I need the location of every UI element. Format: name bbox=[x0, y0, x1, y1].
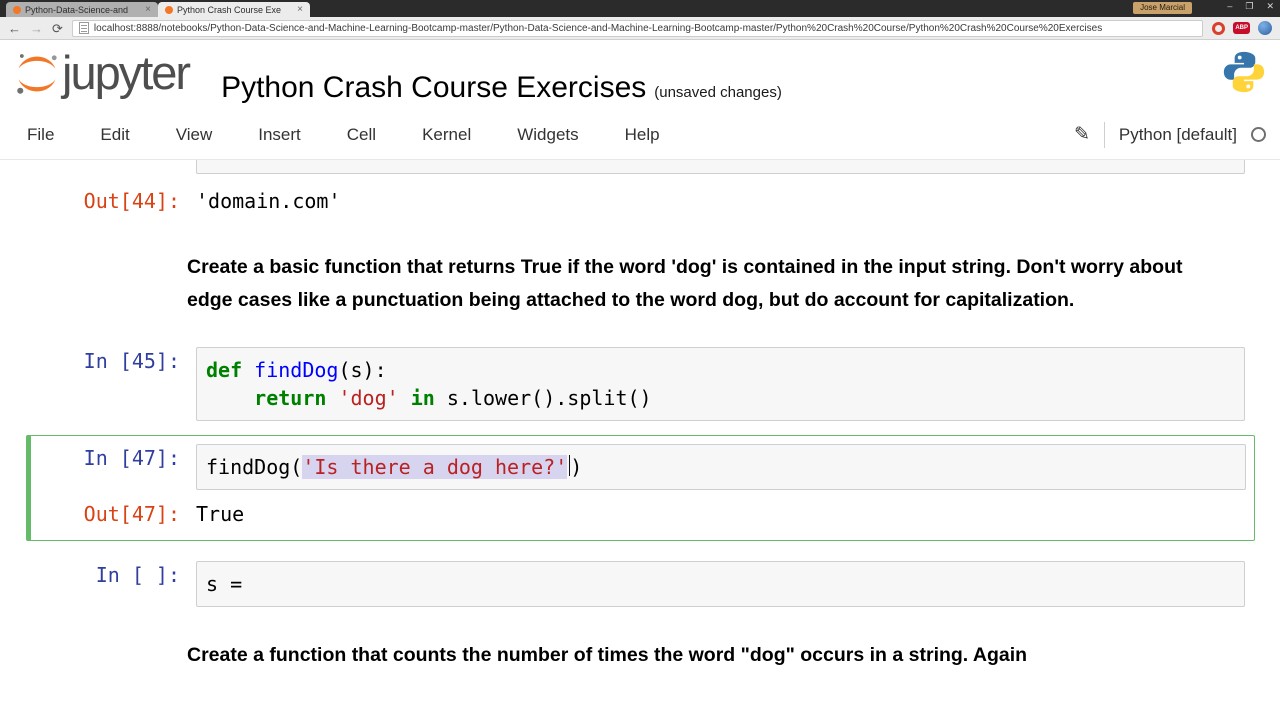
url-text: localhost:8888/notebooks/Python-Data-Sci… bbox=[93, 22, 1103, 34]
in-prompt-47: In [47]: bbox=[83, 446, 180, 470]
code-input-45[interactable]: def findDog(s): return 'dog' in s.lower(… bbox=[196, 347, 1245, 421]
output-row-44: Out[44]: 'domain.com' bbox=[0, 187, 1280, 215]
code-line: s = bbox=[206, 572, 243, 596]
selected-cell-47[interactable]: In [47]: findDog('Is there a dog here?')… bbox=[26, 435, 1255, 541]
extension-icons: ABP bbox=[1212, 21, 1272, 35]
minimize-button[interactable]: – bbox=[1227, 1, 1232, 12]
tab-close-icon[interactable]: × bbox=[297, 4, 303, 15]
jupyter-wordmark: jupyter bbox=[62, 46, 191, 99]
output-row-47: Out[47]: True bbox=[31, 500, 1254, 528]
markdown-cell-count-exercise[interactable]: Create a function that counts the number… bbox=[187, 639, 1191, 672]
code-line: return 'dog' in s.lower().split() bbox=[254, 386, 652, 410]
browser-profile-chip[interactable]: Jose Marcial bbox=[1133, 2, 1192, 14]
python-logo-icon bbox=[1222, 50, 1266, 99]
close-button[interactable]: ✕ bbox=[1266, 1, 1274, 12]
code-cell-45: In [45]: def findDog(s): return 'dog' in… bbox=[0, 347, 1280, 421]
menu-file[interactable]: File bbox=[14, 125, 77, 145]
browser-tab-active[interactable]: Python Crash Course Exe × bbox=[158, 2, 310, 17]
jupyter-planet-icon bbox=[17, 54, 57, 95]
code-cell-blank: In [ ]: s = bbox=[0, 561, 1280, 607]
tab-label: Python Crash Course Exe bbox=[177, 4, 282, 15]
blue-extension-icon[interactable] bbox=[1258, 21, 1272, 35]
tab-label: Python-Data-Science-and bbox=[25, 4, 129, 15]
maximize-button[interactable]: ❐ bbox=[1245, 1, 1253, 12]
out-prompt-47: Out[47]: bbox=[83, 502, 180, 526]
edit-mode-pencil-icon: ✎ bbox=[1073, 124, 1090, 145]
code-line: findDog('Is there a dog here?') bbox=[206, 455, 583, 479]
jupyter-favicon bbox=[165, 5, 173, 14]
menu-view[interactable]: View bbox=[153, 125, 236, 145]
jupyter-favicon bbox=[13, 5, 21, 14]
browser-toolbar: ← → ⟳ localhost:8888/notebooks/Python-Da… bbox=[0, 17, 1280, 40]
menubar-divider bbox=[1103, 121, 1105, 148]
code-input-blank[interactable]: s = bbox=[196, 561, 1245, 607]
refresh-button[interactable]: ⟳ bbox=[52, 22, 63, 35]
markdown-cell-dog-exercise[interactable]: Create a basic function that returns Tru… bbox=[187, 251, 1191, 317]
menu-help[interactable]: Help bbox=[602, 125, 683, 145]
notebook-cells: Out[44]: 'domain.com' Create a basic fun… bbox=[0, 160, 1280, 672]
out-value-44: 'domain.com' bbox=[196, 189, 341, 213]
notebook-menubar: File Edit View Insert Cell Kernel Widget… bbox=[0, 110, 1280, 160]
red-ring-extension-icon[interactable] bbox=[1212, 21, 1226, 35]
url-bar[interactable]: localhost:8888/notebooks/Python-Data-Sci… bbox=[71, 19, 1204, 37]
adblock-extension-icon[interactable]: ABP bbox=[1233, 22, 1250, 34]
code-input-47[interactable]: findDog('Is there a dog here?') bbox=[196, 444, 1246, 490]
out-value-47: True bbox=[196, 502, 245, 526]
tab-close-icon[interactable]: × bbox=[145, 4, 151, 15]
partial-input-cell[interactable] bbox=[196, 160, 1245, 174]
autosave-status: (unsaved changes) bbox=[654, 84, 782, 102]
menu-edit[interactable]: Edit bbox=[77, 125, 152, 145]
back-button[interactable]: ← bbox=[8, 22, 21, 35]
kernel-name: Python [default] bbox=[1118, 124, 1237, 144]
jupyter-logo[interactable]: jupyter bbox=[14, 46, 191, 99]
in-prompt-45: In [45]: bbox=[83, 349, 180, 373]
code-row-47: In [47]: findDog('Is there a dog here?') bbox=[31, 444, 1254, 490]
notebook-title[interactable]: Python Crash Course Exercises bbox=[221, 71, 646, 105]
menu-cell[interactable]: Cell bbox=[324, 125, 399, 145]
code-line: def findDog(s): bbox=[206, 358, 387, 382]
page-icon bbox=[78, 22, 89, 34]
notebook-header: jupyter Python Crash Course Exercises (u… bbox=[0, 40, 1280, 110]
menu-kernel[interactable]: Kernel bbox=[399, 125, 494, 145]
menu-widgets[interactable]: Widgets bbox=[494, 125, 601, 145]
forward-button[interactable]: → bbox=[30, 22, 43, 35]
window-controls: – ❐ ✕ bbox=[1227, 1, 1274, 12]
in-prompt-blank: In [ ]: bbox=[95, 563, 180, 587]
browser-titlebar: Python-Data-Science-and × Python Crash C… bbox=[0, 0, 1280, 17]
browser-tab-other[interactable]: Python-Data-Science-and × bbox=[6, 2, 158, 17]
out-prompt-44: Out[44]: bbox=[83, 189, 180, 213]
kernel-idle-icon bbox=[1251, 127, 1266, 142]
menu-insert[interactable]: Insert bbox=[235, 125, 324, 145]
